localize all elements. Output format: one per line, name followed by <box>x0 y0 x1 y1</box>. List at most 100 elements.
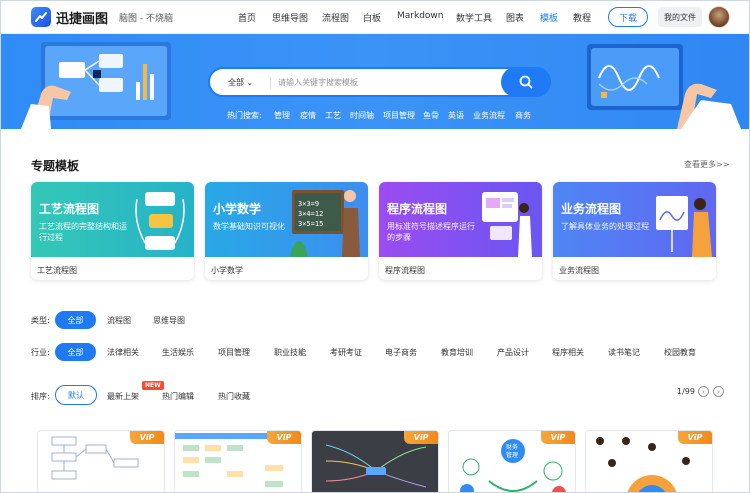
template-search-box: 全部 ⌄ <box>208 67 551 97</box>
hot-search-label: 热门搜索: <box>227 111 262 120</box>
search-scope-select[interactable]: 全部 ⌄ <box>228 77 253 88</box>
program-illustration-icon <box>482 192 532 257</box>
industry-filter-campus[interactable]: 校园教育 <box>664 347 696 358</box>
industry-filter-exams[interactable]: 考研考证 <box>330 347 362 358</box>
featured-card-craft-flow[interactable]: 工艺流程图 工艺流程的完整结构和运行过程 工艺流程图 <box>31 182 194 280</box>
nav-item-home[interactable]: 首页 <box>238 11 256 24</box>
industry-filter-label: 行业: <box>31 348 50 357</box>
type-filter-label: 类型: <box>31 316 50 325</box>
vip-badge: ViP <box>678 431 712 444</box>
card-title: 小学数学 <box>213 202 262 216</box>
hot-term-fishbone[interactable]: 鱼骨 <box>423 110 439 121</box>
banner-illustration-left <box>21 42 171 129</box>
page: 迅捷画图 脑图 - 不烧脑 首页 思维导图 流程图 白板 Markdown 数学… <box>0 0 750 493</box>
hot-term-business-flow[interactable]: 业务流程 <box>473 110 505 121</box>
svg-text:3×5=15: 3×5=15 <box>298 220 323 228</box>
top-nav-bar: 迅捷画图 脑图 - 不烧脑 首页 思维导图 流程图 白板 Markdown 数学… <box>1 1 749 34</box>
type-filter-all[interactable]: 全部 <box>55 311 96 329</box>
my-files-button[interactable]: 我的文件 <box>658 7 702 27</box>
search-input[interactable] <box>278 74 498 91</box>
svg-text:财务: 财务 <box>506 443 518 451</box>
hot-term-epidemic[interactable]: 疫情 <box>300 110 316 121</box>
sort-hot-edit[interactable]: 热门编辑 <box>162 391 194 402</box>
card-title: 程序流程图 <box>387 202 448 216</box>
card-banner: 小学数学 数学基础知识可视化 3×3=9 3×4=12 3×5=15 <box>205 182 368 257</box>
prev-page-icon[interactable]: ‹ <box>698 386 709 397</box>
search-divider <box>270 77 271 89</box>
blackboard-illustration-icon: 3×3=9 3×4=12 3×5=15 <box>290 190 360 257</box>
search-button[interactable] <box>501 67 551 97</box>
brand-slogan: 脑图 - 不烧脑 <box>119 14 173 24</box>
hot-term-project-management[interactable]: 项目管理 <box>383 110 415 121</box>
industry-filter-programming[interactable]: 程序相关 <box>552 347 584 358</box>
card-description: 了解具体业务的处理过程 <box>561 222 649 231</box>
industry-filter-all[interactable]: 全部 <box>55 343 96 361</box>
sort-hot-favorite[interactable]: 热门收藏 <box>218 391 250 402</box>
card-description: 工艺流程的完整结构和运行过程 <box>39 222 127 242</box>
industry-filter-education-training[interactable]: 教育培训 <box>441 347 473 358</box>
chevron-down-icon: ⌄ <box>246 78 254 87</box>
card-title: 工艺流程图 <box>39 202 100 216</box>
card-name: 工艺流程图 <box>37 266 77 275</box>
next-page-icon[interactable]: › <box>713 386 724 397</box>
sort-default[interactable]: 默认 <box>55 385 97 405</box>
logo-icon[interactable] <box>31 7 51 27</box>
search-banner: 全部 ⌄ 热门搜索: 管理 疫情 工艺 时间轴 项目管理 鱼骨 英语 业务流程 … <box>1 34 749 129</box>
template-thumbnail[interactable]: ViP <box>311 430 439 492</box>
hot-term-craft[interactable]: 工艺 <box>325 110 341 121</box>
card-name: 业务流程图 <box>559 266 599 275</box>
avatar[interactable] <box>708 6 730 28</box>
industry-filter-law[interactable]: 法律相关 <box>107 347 139 358</box>
new-badge: NEW <box>142 381 164 390</box>
template-thumbnail[interactable]: ViP <box>174 430 302 492</box>
card-banner: 工艺流程图 工艺流程的完整结构和运行过程 <box>31 182 194 257</box>
sort-label: 排序: <box>31 392 50 401</box>
template-thumbnail[interactable]: ViP <box>37 430 165 492</box>
card-name: 小学数学 <box>211 266 243 275</box>
template-thumbnail[interactable]: 财务 管理 ViP <box>448 430 576 492</box>
nav-item-flowchart[interactable]: 流程图 <box>322 11 349 24</box>
svg-text:管理: 管理 <box>506 451 518 459</box>
nav-item-math-tools[interactable]: 数学工具 <box>456 11 492 24</box>
hot-term-english[interactable]: 英语 <box>448 110 464 121</box>
template-thumbnail[interactable]: ViP <box>585 430 713 492</box>
featured-card-primary-math[interactable]: 小学数学 数学基础知识可视化 3×3=9 3×4=12 3×5=15 小学数学 <box>205 182 368 280</box>
hot-term-management[interactable]: 管理 <box>274 110 290 121</box>
industry-filter-reading-notes[interactable]: 读书笔记 <box>608 347 640 358</box>
industry-filter-ecommerce[interactable]: 电子商务 <box>385 347 417 358</box>
sort-newest[interactable]: 最新上架 <box>107 391 139 402</box>
vip-badge: ViP <box>130 431 164 444</box>
nav-item-templates[interactable]: 模板 <box>540 11 558 24</box>
featured-card-program-flow[interactable]: 程序流程图 用标准符号描述程序运行的步骤 程序流程图 <box>379 182 542 280</box>
nav-item-tutorials[interactable]: 教程 <box>573 11 591 24</box>
card-banner: 业务流程图 了解具体业务的处理过程 <box>553 182 716 257</box>
card-description: 用标准符号描述程序运行的步骤 <box>387 222 475 242</box>
view-more-link[interactable]: 查看更多>> <box>684 159 729 170</box>
nav-item-charts[interactable]: 图表 <box>506 11 524 24</box>
download-button[interactable]: 下载 <box>608 7 648 27</box>
card-title: 业务流程图 <box>561 202 622 216</box>
flow-illustration-icon <box>135 192 185 250</box>
industry-filter-career-skills[interactable]: 职业技能 <box>274 347 306 358</box>
brand-name[interactable]: 迅捷画图 <box>56 8 108 27</box>
card-name: 程序流程图 <box>385 266 425 275</box>
business-illustration-icon <box>656 196 712 257</box>
industry-filter-product-design[interactable]: 产品设计 <box>497 347 529 358</box>
hot-term-business[interactable]: 商务 <box>515 110 531 121</box>
nav-item-whiteboard[interactable]: 白板 <box>363 11 381 24</box>
card-banner: 程序流程图 用标准符号描述程序运行的步骤 <box>379 182 542 257</box>
featured-card-business-flow[interactable]: 业务流程图 了解具体业务的处理过程 业务流程图 <box>553 182 716 280</box>
svg-text:3×3=9: 3×3=9 <box>298 200 319 208</box>
search-icon <box>519 75 533 89</box>
type-filter-flowchart[interactable]: 流程图 <box>107 315 131 326</box>
industry-filter-project-management[interactable]: 项目管理 <box>218 347 250 358</box>
nav-item-markdown[interactable]: Markdown <box>397 11 443 21</box>
vip-badge: ViP <box>267 431 301 444</box>
page-indicator: 1/99 <box>677 387 695 396</box>
industry-filter-lifestyle[interactable]: 生活娱乐 <box>162 347 194 358</box>
vip-badge: ViP <box>404 431 438 444</box>
nav-item-mindmap[interactable]: 思维导图 <box>272 11 308 24</box>
svg-text:3×4=12: 3×4=12 <box>298 210 323 218</box>
hot-term-timeline[interactable]: 时间轴 <box>350 110 374 121</box>
type-filter-mindmap[interactable]: 思维导图 <box>153 315 185 326</box>
